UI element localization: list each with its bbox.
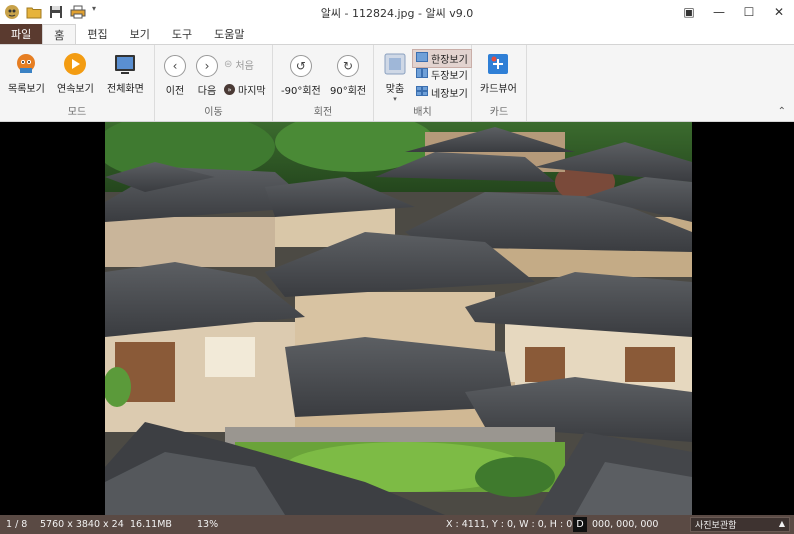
group-rotate: ↺ -90°회전 ↻ 90°회전 회전 bbox=[273, 45, 374, 121]
tab-edit[interactable]: 편집 bbox=[76, 24, 118, 44]
zoom-level: 13% bbox=[197, 519, 219, 530]
tab-file[interactable]: 파일 bbox=[0, 24, 43, 44]
last-icon: » bbox=[224, 84, 235, 95]
group-label-card: 카드 bbox=[489, 107, 509, 118]
chevron-right-icon: › bbox=[196, 55, 218, 77]
card-viewer-button[interactable]: 카드뷰어 bbox=[480, 51, 517, 95]
fit-label: 맞춤 bbox=[385, 84, 405, 95]
photo-hanok-village bbox=[105, 122, 692, 515]
double-view-label: 두장보기 bbox=[431, 71, 468, 82]
status-bar: 1 / 8 5760 x 3840 x 24 16.11MB 13% X : 4… bbox=[0, 515, 794, 534]
double-view-icon bbox=[416, 68, 428, 81]
minimize-button[interactable]: — bbox=[704, 0, 734, 24]
ribbon-display-icon[interactable]: ▣ bbox=[674, 0, 704, 24]
color-mode-badge: D bbox=[573, 517, 587, 532]
image-viewer[interactable] bbox=[0, 122, 794, 515]
group-label-mode: 모드 bbox=[67, 107, 87, 118]
next-label: 다음 bbox=[197, 86, 217, 97]
fit-dropdown-icon: ▾ bbox=[393, 95, 397, 103]
quad-view-button[interactable]: 네장보기 bbox=[416, 85, 468, 100]
file-size: 16.11MB bbox=[130, 519, 172, 530]
quad-view-icon bbox=[416, 86, 428, 99]
group-card: 카드뷰어 카드 bbox=[472, 45, 527, 121]
ribbon-tabs: 파일 홈 편집 보기 도구 도움말 bbox=[0, 24, 794, 44]
next-icon-wrap: › bbox=[194, 53, 220, 79]
fit-icon bbox=[382, 51, 408, 77]
quad-view-label: 네장보기 bbox=[431, 89, 468, 100]
cursor-coords: X : 4111, Y : 0, W : 0, H : 0 bbox=[446, 519, 573, 530]
fullscreen-button[interactable]: 전체화면 bbox=[107, 51, 144, 95]
title-bar: ▾ 알씨 - 112824.jpg - 알씨 v9.0 ▣ — ☐ ✕ bbox=[0, 0, 794, 24]
slideshow-button[interactable]: 연속보기 bbox=[57, 51, 94, 95]
rotate-ccw-icon: ↺ bbox=[289, 55, 312, 77]
customize-dropdown-icon[interactable]: ▾ bbox=[92, 4, 100, 20]
image-index: 1 / 8 bbox=[6, 519, 28, 530]
prev-label: 이전 bbox=[165, 86, 185, 97]
tab-view[interactable]: 보기 bbox=[119, 24, 161, 44]
chevron-left-icon: ‹ bbox=[164, 55, 186, 77]
last-button[interactable]: » 마지막 bbox=[224, 82, 266, 97]
quick-access-toolbar: ▾ bbox=[4, 4, 100, 20]
play-icon bbox=[62, 51, 88, 77]
list-view-button[interactable]: 목록보기 bbox=[8, 51, 45, 95]
card-viewer-icon bbox=[485, 51, 511, 77]
tab-help[interactable]: 도움말 bbox=[203, 24, 255, 44]
group-navigation: ‹ 이전 › 다음 ⊜ 처음 » 마지막 이동 bbox=[155, 45, 273, 121]
open-folder-icon[interactable] bbox=[26, 4, 42, 20]
album-dropdown-label: 사진보관함 bbox=[695, 521, 737, 531]
prev-icon-wrap: ‹ bbox=[162, 53, 188, 79]
window-controls: ▣ — ☐ ✕ bbox=[674, 0, 794, 24]
rotate-cw-button[interactable]: ↻ 90°회전 bbox=[330, 53, 366, 97]
rotate-ccw-button[interactable]: ↺ -90°회전 bbox=[281, 53, 321, 97]
first-icon: ⊜ bbox=[224, 59, 233, 70]
rotate-ccw-label: -90°회전 bbox=[281, 86, 321, 97]
group-label-rotate: 회전 bbox=[313, 107, 333, 118]
maximize-button[interactable]: ☐ bbox=[734, 0, 764, 24]
rotate-cw-icon-wrap: ↻ bbox=[335, 53, 361, 79]
album-dropdown[interactable]: 사진보관함 ▲ bbox=[690, 517, 790, 532]
group-mode: 목록보기 연속보기 전체화면 모드 bbox=[0, 45, 155, 121]
prev-button[interactable]: ‹ 이전 bbox=[162, 53, 188, 97]
rotate-ccw-icon-wrap: ↺ bbox=[288, 53, 314, 79]
fullscreen-icon bbox=[112, 51, 138, 77]
single-view-button[interactable]: 한장보기 bbox=[412, 49, 472, 68]
group-layout: 맞춤 ▾ 한장보기 두장보기 네장보기 배치 bbox=[374, 45, 472, 121]
rotate-cw-icon: ↻ bbox=[337, 55, 360, 77]
app-logo-icon[interactable] bbox=[4, 4, 20, 20]
close-button[interactable]: ✕ bbox=[764, 0, 794, 24]
next-button[interactable]: › 다음 bbox=[194, 53, 220, 97]
card-viewer-label: 카드뷰어 bbox=[480, 84, 517, 95]
group-label-layout: 배치 bbox=[413, 107, 432, 118]
last-label: 마지막 bbox=[238, 86, 266, 97]
single-view-icon bbox=[416, 52, 428, 65]
rotate-cw-label: 90°회전 bbox=[330, 86, 367, 97]
first-button[interactable]: ⊜ 처음 bbox=[224, 57, 254, 72]
save-icon[interactable] bbox=[48, 4, 64, 20]
fit-button[interactable]: 맞춤 ▾ bbox=[382, 51, 408, 103]
collapse-ribbon-icon[interactable]: ⌃ bbox=[778, 106, 786, 117]
list-view-label: 목록보기 bbox=[8, 84, 45, 95]
double-view-button[interactable]: 두장보기 bbox=[416, 67, 468, 82]
first-label: 처음 bbox=[235, 61, 254, 72]
print-icon[interactable] bbox=[70, 4, 86, 20]
single-view-label: 한장보기 bbox=[431, 55, 468, 66]
image-dimensions: 5760 x 3840 x 24 bbox=[40, 519, 124, 530]
list-view-icon bbox=[13, 51, 39, 77]
ribbon: 목록보기 연속보기 전체화면 모드 ‹ 이전 › 다음 ⊜ 처음 » 마지막 이… bbox=[0, 44, 794, 122]
tab-tools[interactable]: 도구 bbox=[161, 24, 203, 44]
tab-home[interactable]: 홈 bbox=[42, 24, 77, 44]
group-label-navigation: 이동 bbox=[204, 107, 223, 118]
pixel-rgb: 000, 000, 000 bbox=[592, 519, 659, 530]
chevron-up-icon: ▲ bbox=[778, 519, 785, 528]
slideshow-label: 연속보기 bbox=[57, 84, 94, 95]
fullscreen-label: 전체화면 bbox=[107, 84, 144, 95]
